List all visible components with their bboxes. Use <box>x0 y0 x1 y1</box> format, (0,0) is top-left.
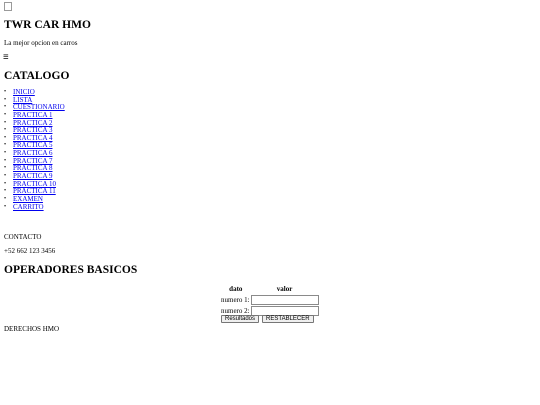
contact-phone: +52 662 123 3456 <box>4 247 56 255</box>
hamburger-menu-icon[interactable]: ≡ <box>3 52 9 63</box>
footer-text: DERECHOS HMO <box>4 325 60 333</box>
operators-title: OPERADORES BASICOS <box>4 264 138 276</box>
number-1-label: numero 1: <box>221 295 250 304</box>
results-button[interactable]: Resultados <box>221 315 260 323</box>
tagline: La mejor opcion en carros <box>4 39 78 47</box>
contact-label: CONTACTO <box>4 233 42 241</box>
catalog-nav: INICIO LISTA CUESTIONARIO PRACTICA 1 PRA… <box>4 88 65 212</box>
nav-link-carrito[interactable]: CARRITO <box>13 203 44 211</box>
calculator-table: dato valor numero 1: numero 2: <box>221 284 319 316</box>
column-header-dato: dato <box>229 285 243 293</box>
catalog-title: CATALOGO <box>4 70 70 82</box>
number-2-input[interactable] <box>250 305 319 316</box>
column-header-valor: valor <box>276 285 293 293</box>
reset-button[interactable]: RESTABLECER <box>262 315 314 323</box>
number-1-input[interactable] <box>250 294 319 305</box>
site-title: TWR CAR HMO <box>4 19 91 31</box>
calculator-buttons: Resultados RESTABLECER <box>221 315 314 323</box>
broken-image-icon <box>4 2 12 11</box>
nav-item-carrito: CARRITO <box>4 203 65 212</box>
